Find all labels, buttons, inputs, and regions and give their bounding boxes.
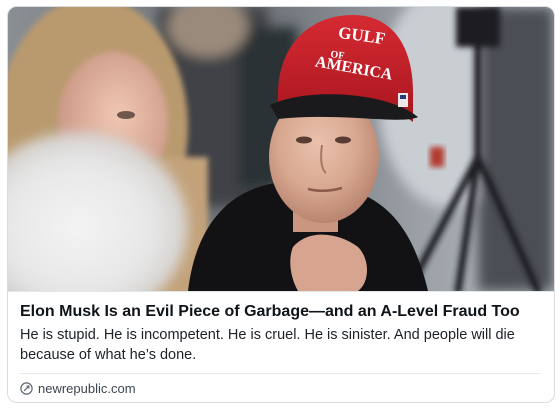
link-preview-card[interactable]: GULF OF AMERICA Elon Musk Is an Evil Pie… — [7, 6, 555, 403]
thumbnail-photo: GULF OF AMERICA — [8, 7, 554, 291]
divider — [20, 373, 540, 374]
article-description: He is stupid. He is incompetent. He is c… — [20, 327, 515, 363]
article-headline[interactable]: Elon Musk Is an Evil Piece of Garbage—an… — [20, 301, 544, 323]
source-domain: newrepublic.com — [38, 380, 136, 396]
card-text-area[interactable]: Elon Musk Is an Evil Piece of Garbage—an… — [8, 291, 554, 402]
link-icon — [20, 381, 33, 395]
source-link[interactable]: newrepublic.com — [20, 378, 136, 398]
article-thumbnail[interactable]: GULF OF AMERICA — [8, 7, 554, 291]
